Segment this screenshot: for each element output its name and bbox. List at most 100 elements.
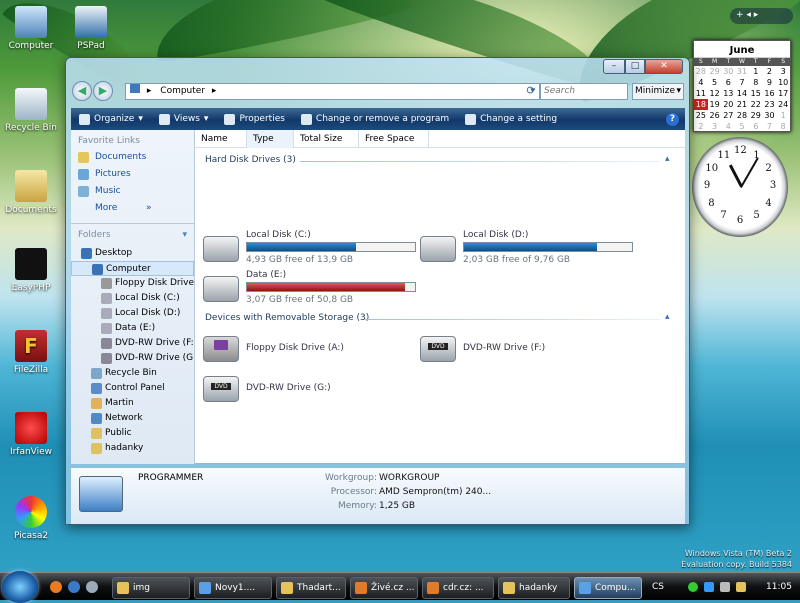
tree-item[interactable]: Local Disk (D:) <box>71 306 194 321</box>
calendar-day[interactable]: 18 <box>694 99 708 110</box>
forward-arrow-icon[interactable]: ▶ <box>93 81 113 101</box>
calendar-day[interactable]: 12 <box>708 88 722 99</box>
minimize-dropdown[interactable]: Minimize ▾ <box>632 83 684 100</box>
tree-item[interactable]: hadanky <box>71 441 194 456</box>
taskbar-button[interactable]: Compu... <box>574 577 642 599</box>
drive-floppy[interactable]: Floppy Disk Drive (A:) <box>203 330 418 370</box>
calendar-day[interactable]: 31 <box>735 66 749 77</box>
calendar-day[interactable]: 20 <box>721 99 735 110</box>
address-bar[interactable]: ▸ Computer ▸ ▾ <box>125 83 540 100</box>
calendar-day[interactable]: 21 <box>735 99 749 110</box>
calendar-day[interactable]: 30 <box>721 66 735 77</box>
favorite-music[interactable]: Music <box>71 183 194 200</box>
drive-item[interactable]: Local Disk (C:) 4,93 GB free of 13,9 GB <box>203 230 418 270</box>
column-type[interactable]: Type <box>247 130 294 148</box>
favorite-documents[interactable]: Documents <box>71 149 194 166</box>
calendar-day[interactable]: 8 <box>776 121 790 132</box>
tree-item[interactable]: Public <box>71 426 194 441</box>
calendar-day[interactable]: 11 <box>694 88 708 99</box>
calendar-day[interactable]: 24 <box>776 99 790 110</box>
calendar-day[interactable]: 4 <box>721 121 735 132</box>
desktop-icon-picasa2[interactable]: Picasa2 <box>0 496 62 541</box>
sidebar-controls[interactable]: + ◂ ▸ <box>730 8 793 24</box>
calendar-day[interactable]: 4 <box>694 77 708 88</box>
calendar-day[interactable]: 6 <box>721 77 735 88</box>
calendar-day[interactable]: 6 <box>749 121 763 132</box>
calendar-day[interactable]: 3 <box>776 66 790 77</box>
calendar-day[interactable]: 2 <box>694 121 708 132</box>
favorite-more[interactable]: More » <box>71 200 194 217</box>
breadcrumb-computer[interactable]: Computer <box>160 86 205 96</box>
calendar-day[interactable]: 15 <box>749 88 763 99</box>
clock-time[interactable]: 11:05 <box>766 577 792 597</box>
back-arrow-icon[interactable]: ◀ <box>72 81 92 101</box>
taskbar-button[interactable]: Thadart... <box>276 577 346 599</box>
calendar-day[interactable]: 3 <box>708 121 722 132</box>
folders-header[interactable]: Folders ▾ <box>71 223 194 246</box>
calendar-day[interactable]: 5 <box>735 121 749 132</box>
group-removable[interactable]: Devices with Removable Storage (3) <box>205 313 369 323</box>
search-input[interactable]: Search <box>540 83 628 100</box>
calendar-day[interactable]: 5 <box>708 77 722 88</box>
calendar-day[interactable]: 2 <box>763 66 777 77</box>
calendar-day[interactable]: 13 <box>721 88 735 99</box>
taskbar-button[interactable]: img <box>112 577 190 599</box>
calendar-day[interactable]: 1 <box>749 66 763 77</box>
calendar-gadget[interactable]: June SMTWTFS 28 29 30 31 1 2 3 4 5 6 7 8 9 10 11 12 13 14… <box>693 40 791 132</box>
firefox-quicklaunch-icon[interactable] <box>50 581 62 593</box>
desktop-icon-computer[interactable]: Computer <box>0 6 62 51</box>
tree-item[interactable]: Desktop <box>71 246 194 261</box>
tree-item[interactable]: Local Disk (C:) <box>71 291 194 306</box>
start-orb[interactable] <box>2 571 38 603</box>
collapse-chevron-icon[interactable]: ▴ <box>665 312 670 322</box>
close-button[interactable]: ✕ <box>645 59 683 74</box>
calendar-day[interactable]: 17 <box>776 88 790 99</box>
favorite-pictures[interactable]: Pictures <box>71 166 194 183</box>
ie-quicklaunch-icon[interactable] <box>68 581 80 593</box>
refresh-icon[interactable]: ⟳ <box>522 83 540 100</box>
calendar-day[interactable]: 29 <box>708 66 722 77</box>
calendar-day[interactable]: 7 <box>735 77 749 88</box>
calendar-day[interactable]: 9 <box>763 77 777 88</box>
calendar-day[interactable]: 25 <box>694 110 708 121</box>
show-desktop-icon[interactable] <box>86 581 98 593</box>
drive-dvd-g[interactable]: DVD DVD-RW Drive (G:) <box>203 370 418 410</box>
minimize-button[interactable]: – <box>603 59 625 74</box>
taskbar-button[interactable]: cdr.cz: ... <box>422 577 494 599</box>
calendar-day[interactable]: 14 <box>735 88 749 99</box>
volume-icon[interactable] <box>720 582 730 592</box>
calendar-day[interactable]: 1 <box>776 110 790 121</box>
column-total-size[interactable]: Total Size <box>294 130 359 148</box>
tree-item[interactable]: Floppy Disk Drive <box>71 276 194 291</box>
desktop-icon-filezilla[interactable]: F FileZilla <box>0 330 62 375</box>
calendar-day[interactable]: 10 <box>776 77 790 88</box>
calendar-day[interactable]: 22 <box>749 99 763 110</box>
desktop-icon-pspad[interactable]: PSPad <box>60 6 122 51</box>
collapse-chevron-icon[interactable]: ▴ <box>665 154 670 164</box>
tree-item[interactable]: Network <box>71 411 194 426</box>
tray-app-icon[interactable] <box>736 582 746 592</box>
organize-button[interactable]: Organize ▾ <box>71 113 151 125</box>
drive-item[interactable]: Data (E:) 3,07 GB free of 50,8 GB <box>203 270 418 310</box>
group-hard-disks[interactable]: Hard Disk Drives (3) <box>205 155 296 165</box>
calendar-day[interactable]: 30 <box>763 110 777 121</box>
tree-item[interactable]: Martin <box>71 396 194 411</box>
desktop-icon-easyphp[interactable]: EasyPHP <box>0 248 62 293</box>
calendar-day[interactable]: 26 <box>708 110 722 121</box>
tree-item[interactable]: Data (E:) <box>71 321 194 336</box>
column-free-space[interactable]: Free Space <box>359 130 429 148</box>
tree-item[interactable]: Computer <box>71 261 194 276</box>
calendar-day[interactable]: 16 <box>763 88 777 99</box>
tree-item[interactable]: Control Panel <box>71 381 194 396</box>
change-setting-button[interactable]: Change a setting <box>457 113 565 125</box>
explorer-window[interactable]: – □ ✕ ◀ ▶ ▸ Computer ▸ ▾ ⟳ Search Minimi… <box>65 57 690 525</box>
calendar-day[interactable]: 19 <box>708 99 722 110</box>
drive-item[interactable]: Local Disk (D:) 2,03 GB free of 9,76 GB <box>420 230 635 270</box>
drive-dvd-f[interactable]: DVD DVD-RW Drive (F:) <box>420 330 635 370</box>
taskbar-button[interactable]: Novy1.... <box>194 577 272 599</box>
views-button[interactable]: Views ▾ <box>151 113 217 125</box>
properties-button[interactable]: Properties <box>216 113 292 125</box>
taskbar-button[interactable]: Živé.cz ... <box>350 577 418 599</box>
desktop-icon-irfanview[interactable]: IrfanView <box>0 412 62 457</box>
calendar-day[interactable]: 29 <box>749 110 763 121</box>
